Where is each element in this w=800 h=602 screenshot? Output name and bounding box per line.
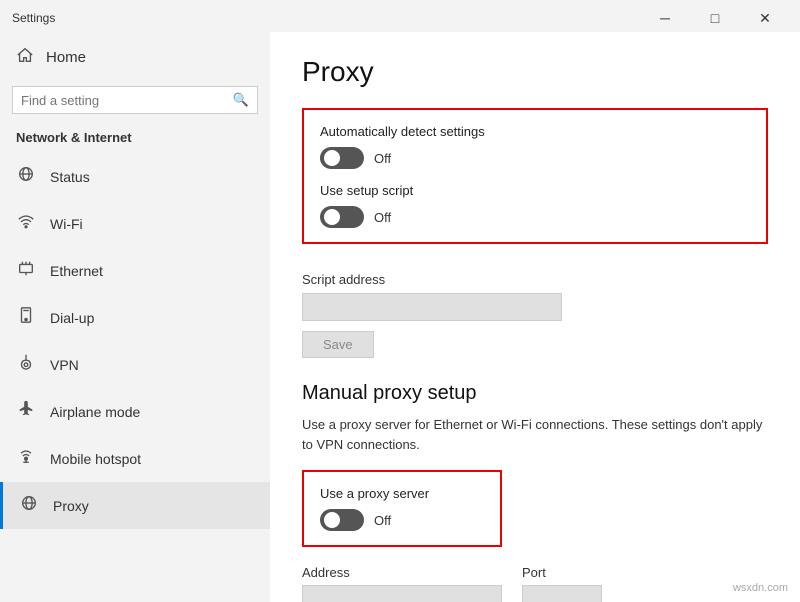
setup-script-toggle[interactable]	[320, 206, 364, 228]
sidebar-vpn-label: VPN	[50, 357, 79, 373]
close-button[interactable]: ✕	[742, 6, 788, 30]
vpn-icon	[16, 353, 36, 376]
dialup-icon	[16, 306, 36, 329]
sidebar-item-hotspot[interactable]: Mobile hotspot	[0, 435, 270, 482]
ethernet-icon	[16, 259, 36, 282]
sidebar-item-home[interactable]: Home	[0, 32, 270, 82]
use-proxy-section: Use a proxy server Off	[302, 470, 502, 547]
minimize-button[interactable]: ─	[642, 6, 688, 30]
script-address-input[interactable]	[302, 293, 562, 321]
sidebar-ethernet-label: Ethernet	[50, 263, 103, 279]
airplane-icon	[16, 400, 36, 423]
sidebar-item-status[interactable]: Status	[0, 153, 270, 200]
maximize-button[interactable]: □	[692, 6, 738, 30]
address-group: Address	[302, 565, 502, 602]
use-proxy-toggle-row: Off	[320, 509, 484, 531]
auto-detect-toggle-label: Off	[374, 151, 391, 166]
sidebar-home-label: Home	[46, 49, 86, 66]
manual-proxy-description: Use a proxy server for Ethernet or Wi-Fi…	[302, 415, 768, 454]
sidebar-item-vpn[interactable]: VPN	[0, 341, 270, 388]
sidebar-item-airplane[interactable]: Airplane mode	[0, 388, 270, 435]
script-address-label: Script address	[302, 272, 768, 287]
address-label: Address	[302, 565, 502, 580]
sidebar-wifi-label: Wi-Fi	[50, 216, 83, 232]
auto-detect-toggle[interactable]	[320, 147, 364, 169]
app-body: Home 🔍 Network & Internet Status	[0, 32, 800, 602]
title-bar: Settings ─ □ ✕	[0, 0, 800, 32]
setup-script-knob	[324, 209, 340, 225]
port-group: Port	[522, 565, 602, 602]
sidebar-dialup-label: Dial-up	[50, 310, 94, 326]
sidebar-section-title: Network & Internet	[0, 126, 270, 153]
proxy-icon	[19, 494, 39, 517]
sidebar-item-proxy[interactable]: Proxy	[0, 482, 270, 529]
use-proxy-toggle-label: Off	[374, 513, 391, 528]
manual-proxy-title: Manual proxy setup	[302, 382, 768, 405]
sidebar: Home 🔍 Network & Internet Status	[0, 32, 270, 602]
sidebar-hotspot-label: Mobile hotspot	[50, 451, 141, 467]
app-title: Settings	[12, 11, 55, 25]
sidebar-search-box[interactable]: 🔍	[12, 86, 258, 114]
watermark: wsxdn.com	[733, 582, 788, 594]
window-controls: ─ □ ✕	[642, 6, 788, 30]
port-label: Port	[522, 565, 602, 580]
automatic-proxy-section: Automatically detect settings Off Use se…	[302, 108, 768, 244]
save-button[interactable]: Save	[302, 331, 374, 358]
page-title: Proxy	[302, 56, 768, 88]
content-area: Proxy Automatically detect settings Off …	[270, 32, 800, 602]
use-proxy-label: Use a proxy server	[320, 486, 484, 501]
setup-script-label: Use setup script	[320, 183, 750, 198]
sidebar-status-label: Status	[50, 169, 90, 185]
search-icon: 🔍	[233, 92, 249, 108]
address-input[interactable]	[302, 585, 502, 602]
search-input[interactable]	[21, 93, 227, 108]
auto-detect-label: Automatically detect settings	[320, 124, 750, 139]
setup-script-toggle-row: Off	[320, 206, 750, 228]
sidebar-item-wifi[interactable]: Wi-Fi	[0, 200, 270, 247]
address-port-row: Address Port	[302, 565, 768, 602]
port-input[interactable]	[522, 585, 602, 602]
sidebar-proxy-label: Proxy	[53, 498, 89, 514]
use-proxy-toggle[interactable]	[320, 509, 364, 531]
globe-icon	[16, 165, 36, 188]
sidebar-item-dialup[interactable]: Dial-up	[0, 294, 270, 341]
setup-script-toggle-label: Off	[374, 210, 391, 225]
auto-detect-knob	[324, 150, 340, 166]
home-icon	[16, 46, 34, 68]
wifi-icon	[16, 212, 36, 235]
use-proxy-knob	[324, 512, 340, 528]
auto-detect-toggle-row: Off	[320, 147, 750, 169]
sidebar-item-ethernet[interactable]: Ethernet	[0, 247, 270, 294]
sidebar-airplane-label: Airplane mode	[50, 404, 140, 420]
hotspot-icon	[16, 447, 36, 470]
